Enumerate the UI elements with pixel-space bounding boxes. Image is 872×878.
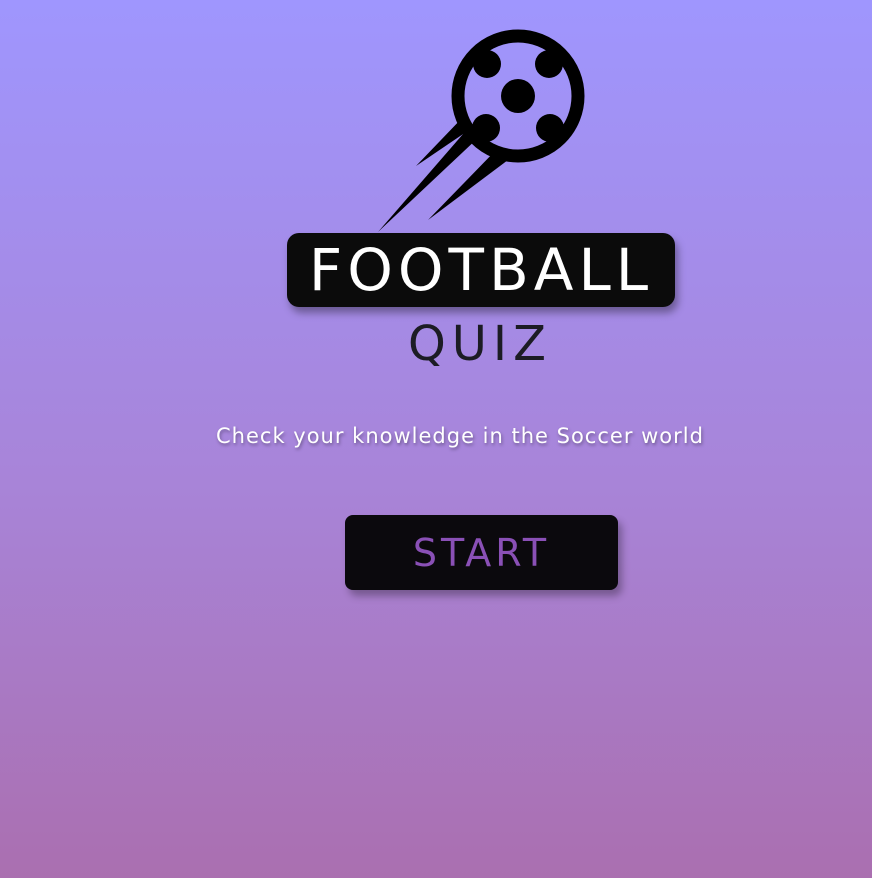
tagline: Check your knowledge in the Soccer world: [216, 424, 704, 448]
speed-streak-3: [428, 148, 508, 220]
title-badge: FOOTBALL: [287, 233, 675, 307]
soccer-ball-icon: [378, 29, 585, 232]
soccer-ball-logo: [372, 24, 592, 236]
page-title: FOOTBALL: [308, 236, 654, 304]
start-button-label: START: [412, 530, 551, 575]
page-subtitle: QUIZ: [408, 316, 552, 372]
start-button[interactable]: START: [345, 515, 618, 590]
speed-streak-1: [378, 126, 480, 232]
